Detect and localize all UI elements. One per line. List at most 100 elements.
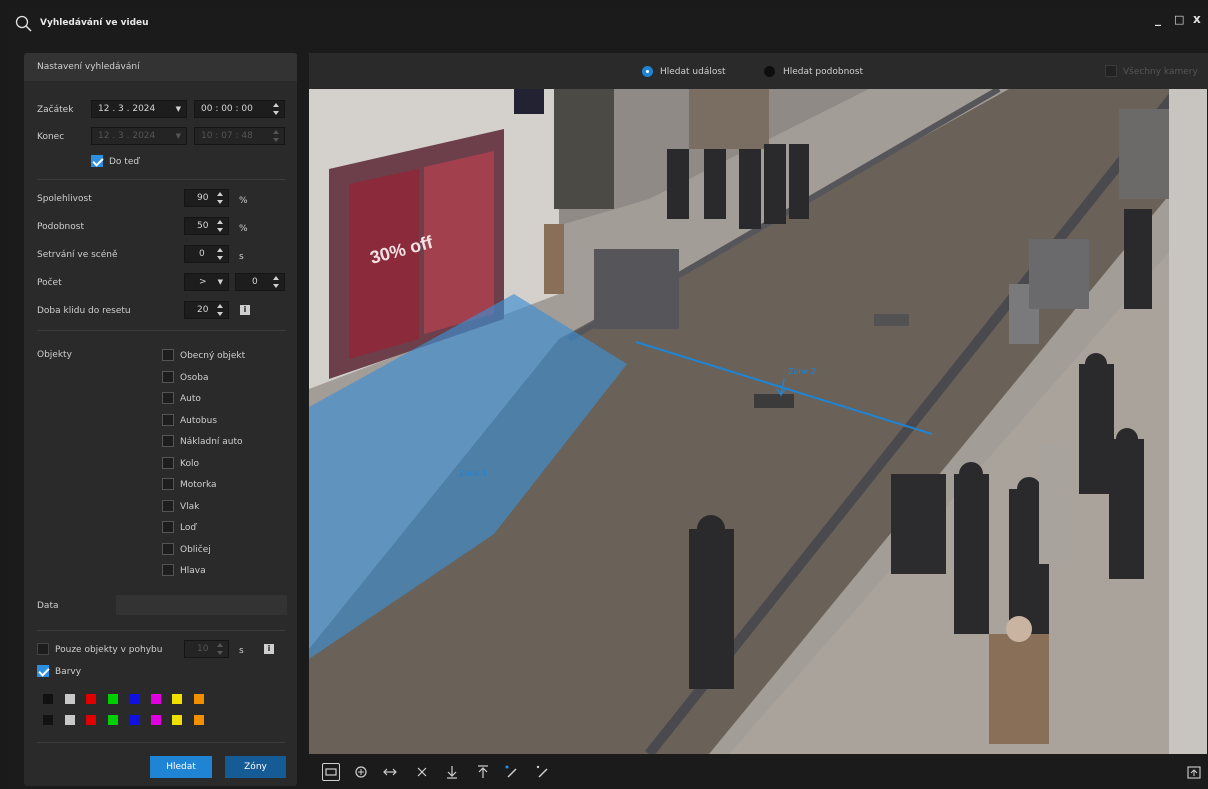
data-input[interactable] — [116, 595, 287, 615]
count-operator-value: > — [199, 277, 207, 287]
color-swatch[interactable] — [150, 715, 161, 725]
all-cameras-checkbox[interactable] — [1105, 65, 1117, 77]
count-operator-select[interactable]: > ▼ — [184, 273, 229, 291]
pencil-icon[interactable] — [534, 763, 552, 781]
object-checkbox[interactable] — [162, 542, 174, 555]
divider — [37, 330, 285, 331]
arrow-up-icon[interactable] — [474, 763, 492, 781]
search-similarity-radio[interactable] — [764, 66, 775, 77]
end-date-select[interactable]: 12 . 3 . 2024 ▼ — [91, 127, 187, 145]
object-label: Auto — [180, 394, 201, 404]
color-swatch[interactable] — [107, 694, 118, 704]
object-checkbox[interactable] — [162, 349, 174, 361]
color-swatch[interactable] — [193, 715, 204, 725]
until-now-checkbox[interactable] — [91, 155, 103, 167]
end-time-stepper[interactable]: 10 : 07 : 48 — [194, 127, 285, 145]
color-swatch[interactable] — [64, 715, 75, 725]
spin-arrows-icon[interactable] — [272, 275, 280, 289]
all-cameras-label: Všechny kamery — [1123, 67, 1198, 77]
search-button[interactable]: Hledat — [150, 756, 212, 778]
object-checkbox[interactable] — [162, 435, 174, 447]
video-frame[interactable]: 30% off Zone 1 Zone 2 — [309, 89, 1207, 754]
reset-stepper[interactable]: 20 — [184, 301, 229, 319]
minimize-button[interactable]: _ — [1155, 12, 1161, 26]
object-checkbox[interactable] — [162, 564, 174, 576]
maximize-button[interactable]: □ — [1174, 13, 1184, 26]
colors-label: Barvy — [55, 667, 82, 677]
spin-arrows-icon[interactable] — [216, 642, 224, 656]
object-checkbox[interactable] — [162, 413, 174, 426]
color-swatch[interactable] — [64, 694, 75, 704]
pencil-add-icon[interactable] — [503, 763, 521, 781]
search-event-radio[interactable] — [642, 66, 653, 77]
object-checkbox[interactable] — [162, 478, 174, 490]
spin-arrows-icon[interactable] — [272, 102, 280, 116]
color-swatch[interactable] — [172, 694, 182, 704]
start-time-stepper[interactable]: 00 : 00 : 00 — [194, 100, 285, 118]
object-checkbox[interactable] — [162, 499, 174, 512]
color-swatch[interactable] — [86, 715, 96, 725]
search-similarity-label: Hledat podobnost — [783, 67, 864, 77]
start-time-value: 00 : 00 : 00 — [201, 104, 253, 114]
moving-only-stepper[interactable]: 10 — [184, 640, 229, 658]
spin-arrows-icon[interactable] — [216, 247, 224, 261]
spin-arrows-icon[interactable] — [216, 219, 224, 233]
color-swatch[interactable] — [86, 694, 96, 704]
similarity-value: 50 — [197, 221, 209, 231]
object-checkbox[interactable] — [162, 521, 174, 533]
main-area: Hledat událost Hledat podobnost Všechny … — [309, 53, 1208, 789]
object-label: Motorka — [180, 480, 217, 490]
color-swatch[interactable] — [129, 715, 139, 725]
reset-label: Doba klidu do resetu — [37, 306, 131, 316]
object-checkbox[interactable] — [162, 392, 174, 404]
double-arrow-icon[interactable] — [381, 763, 399, 781]
count-value: 0 — [252, 277, 258, 287]
end-label: Konec — [37, 132, 65, 142]
divider — [37, 179, 285, 180]
object-label: Loď — [180, 523, 197, 533]
similarity-unit: % — [239, 224, 248, 234]
search-settings-panel: Nastavení vyhledávání Začátek 12 . 3 . 2… — [24, 53, 297, 786]
object-checkbox[interactable] — [162, 370, 174, 383]
delete-icon[interactable] — [413, 763, 431, 781]
object-checkbox[interactable] — [162, 456, 174, 469]
zones-button[interactable]: Zóny — [225, 756, 286, 778]
close-button[interactable]: x — [1193, 12, 1201, 26]
color-swatch[interactable] — [43, 694, 53, 704]
object-label: Osoba — [180, 372, 209, 383]
spin-arrows-icon[interactable] — [216, 303, 224, 317]
color-swatch[interactable] — [129, 694, 139, 704]
crosshair-icon[interactable] — [352, 763, 370, 781]
colors-checkbox[interactable] — [37, 665, 49, 677]
rectangle-icon[interactable] — [322, 763, 340, 781]
spin-arrows-icon[interactable] — [272, 129, 280, 143]
similarity-stepper[interactable]: 50 — [184, 217, 229, 235]
color-swatch[interactable] — [43, 715, 53, 725]
dwell-unit: s — [239, 252, 244, 262]
color-swatch[interactable] — [107, 715, 118, 725]
object-label: Hlava — [180, 566, 206, 576]
moving-only-checkbox[interactable] — [37, 643, 49, 655]
color-swatch[interactable] — [193, 694, 204, 704]
info-icon[interactable]: i — [264, 644, 274, 654]
export-icon[interactable] — [1185, 763, 1203, 781]
dwell-stepper[interactable]: 0 — [184, 245, 229, 263]
until-now-label: Do teď — [109, 157, 140, 167]
start-date-value: 12 . 3 . 2024 — [98, 104, 156, 114]
data-label: Data — [37, 601, 59, 611]
reset-value: 20 — [197, 305, 209, 315]
count-stepper[interactable]: 0 — [235, 273, 285, 291]
confidence-stepper[interactable]: 90 — [184, 189, 229, 207]
arrow-down-icon[interactable] — [443, 763, 461, 781]
info-icon[interactable]: i — [240, 305, 250, 315]
start-date-select[interactable]: 12 . 3 . 2024 ▼ — [91, 100, 187, 118]
color-swatch[interactable] — [172, 715, 182, 725]
settings-header-label: Nastavení vyhledávání — [37, 62, 140, 72]
object-label: Nákladní auto — [180, 437, 243, 447]
spin-arrows-icon[interactable] — [216, 191, 224, 205]
chevron-down-icon: ▼ — [175, 132, 181, 140]
app-window: Vyhledávání ve videu _ □ x Nastavení vyh… — [8, 8, 1208, 789]
confidence-label: Spolehlivost — [37, 194, 92, 204]
color-swatch[interactable] — [150, 694, 161, 704]
moving-only-value: 10 — [197, 644, 209, 654]
